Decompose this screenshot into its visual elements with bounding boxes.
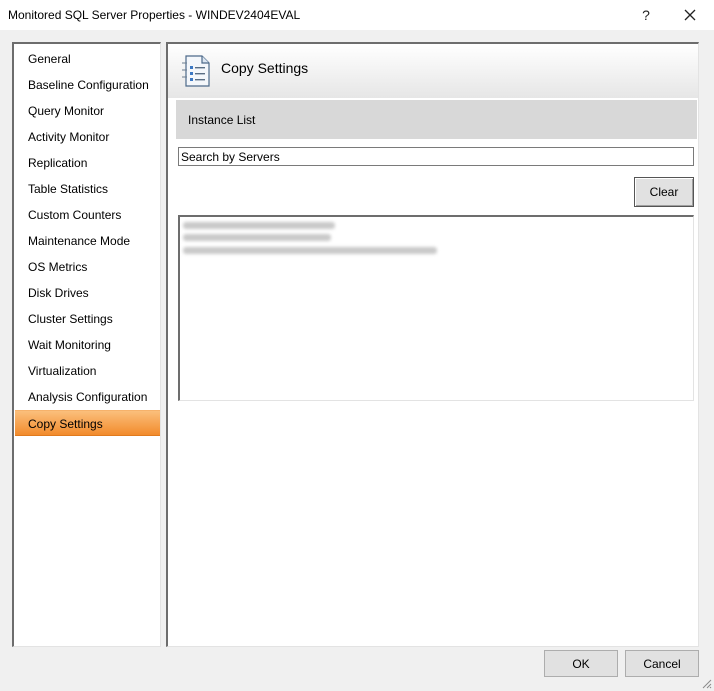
panel-title: Copy Settings: [221, 60, 309, 76]
ok-button[interactable]: OK: [544, 650, 618, 677]
nav-item-activity-monitor[interactable]: Activity Monitor: [15, 124, 160, 150]
nav-item-disk-drives[interactable]: Disk Drives: [15, 280, 160, 306]
server-search-input[interactable]: [178, 147, 694, 166]
list-item[interactable]: [183, 222, 335, 229]
instance-list-label: Instance List: [188, 113, 256, 127]
window-title: Monitored SQL Server Properties - WINDEV…: [8, 8, 301, 22]
title-bar: Monitored SQL Server Properties - WINDEV…: [0, 0, 714, 30]
resize-grip-icon[interactable]: [700, 677, 712, 689]
nav-item-general[interactable]: General: [15, 46, 160, 72]
list-item[interactable]: [183, 247, 437, 254]
help-button[interactable]: ?: [624, 0, 668, 30]
nav-item-custom-counters[interactable]: Custom Counters: [15, 202, 160, 228]
nav-item-os-metrics[interactable]: OS Metrics: [15, 254, 160, 280]
panel-header: Copy Settings: [168, 44, 698, 98]
copy-settings-panel: Copy Settings Instance List Clear: [166, 42, 699, 647]
server-list[interactable]: [178, 215, 694, 401]
properties-dialog: Monitored SQL Server Properties - WINDEV…: [0, 0, 714, 691]
nav-item-baseline-configuration[interactable]: Baseline Configuration: [15, 72, 160, 98]
settings-nav: General Baseline Configuration Query Mon…: [12, 42, 161, 647]
instance-list-header: Instance List: [176, 100, 697, 139]
nav-item-virtualization[interactable]: Virtualization: [15, 358, 160, 384]
clear-button[interactable]: Clear: [634, 177, 694, 207]
nav-item-cluster-settings[interactable]: Cluster Settings: [15, 306, 160, 332]
nav-item-query-monitor[interactable]: Query Monitor: [15, 98, 160, 124]
settings-list-icon: [182, 55, 210, 87]
nav-item-copy-settings[interactable]: Copy Settings: [15, 410, 160, 436]
cancel-button[interactable]: Cancel: [625, 650, 699, 677]
nav-item-wait-monitoring[interactable]: Wait Monitoring: [15, 332, 160, 358]
nav-item-maintenance-mode[interactable]: Maintenance Mode: [15, 228, 160, 254]
nav-item-table-statistics[interactable]: Table Statistics: [15, 176, 160, 202]
nav-item-replication[interactable]: Replication: [15, 150, 160, 176]
list-item[interactable]: [183, 234, 331, 241]
nav-item-analysis-configuration[interactable]: Analysis Configuration: [15, 384, 160, 410]
close-icon: [684, 9, 696, 21]
close-button[interactable]: [668, 0, 712, 30]
